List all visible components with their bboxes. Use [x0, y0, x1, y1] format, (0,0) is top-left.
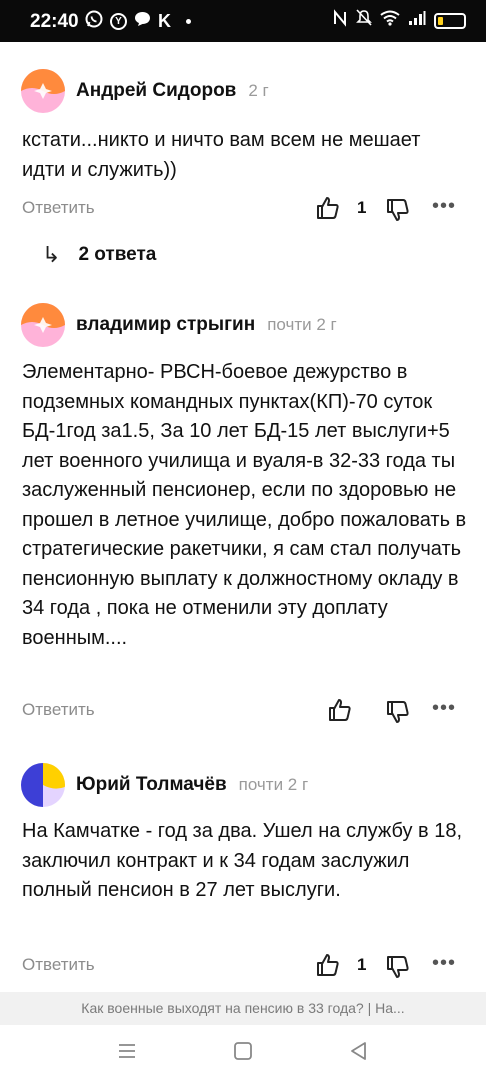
thumbs-down-icon — [387, 956, 409, 978]
comment-age: почти 2 г — [238, 775, 309, 794]
like-button[interactable] — [315, 195, 341, 226]
reply-button[interactable]: Ответить — [22, 198, 95, 218]
comment-header: владимир стрыгин почти 2 г — [21, 303, 337, 347]
comment-actions: Ответить 1 ••• — [22, 952, 462, 982]
menu-icon[interactable] — [116, 1040, 140, 1064]
page-title-bar[interactable]: Как военные выходят на пенсию в 33 года?… — [0, 992, 486, 1025]
battery-level — [438, 16, 444, 25]
comment-age: почти 2 г — [267, 315, 337, 334]
comment-header: Юрий Толмачёв почти 2 г — [21, 763, 308, 807]
dot-icon — [186, 19, 191, 24]
replies-count: 2 ответа — [78, 244, 157, 265]
more-options-icon[interactable]: ••• — [432, 697, 456, 720]
avatar[interactable] — [21, 303, 65, 347]
k-icon: K — [158, 11, 171, 31]
likes-count: 1 — [357, 198, 367, 217]
dislike-button[interactable] — [385, 699, 411, 730]
more-options-icon[interactable]: ••• — [432, 952, 456, 975]
avatar[interactable] — [21, 69, 65, 113]
mute-icon — [356, 9, 372, 32]
comment-text: кстати...никто и ничто вам всем не мешае… — [22, 129, 421, 181]
yandex-icon: Y — [110, 13, 127, 30]
author-name[interactable]: Андрей Сидоров — [76, 80, 236, 102]
dislike-button[interactable] — [385, 197, 411, 228]
system-nav-bar — [0, 1025, 486, 1080]
comment-header: Андрей Сидоров 2 г — [21, 69, 269, 113]
wifi-icon — [380, 10, 400, 31]
like-button[interactable] — [327, 697, 353, 728]
thumbs-down-icon — [387, 701, 409, 723]
thumbs-up-icon — [329, 699, 351, 721]
thumbs-up-icon — [317, 954, 339, 976]
dislike-button[interactable] — [385, 954, 411, 985]
like-button[interactable] — [315, 952, 341, 983]
status-bar: 22:40 Y K — [0, 0, 486, 42]
back-icon[interactable] — [348, 1040, 372, 1064]
likes-count: 1 — [357, 955, 367, 974]
thumbs-down-icon — [387, 199, 409, 221]
more-options-icon[interactable]: ••• — [432, 195, 456, 218]
author-name[interactable]: Юрий Толмачёв — [76, 774, 227, 796]
comment-text: Элементарно- РВСН-боевое дежурство в под… — [22, 361, 467, 649]
reply-button[interactable]: Ответить — [22, 955, 95, 975]
signal-icon — [408, 10, 426, 31]
show-replies-button[interactable]: ↳ 2 ответа — [42, 242, 156, 268]
system-icons — [332, 9, 466, 32]
home-icon[interactable] — [232, 1040, 256, 1064]
notification-icons: Y K — [85, 10, 191, 33]
comment-text: На Камчатке - год за два. Ушел на службу… — [22, 820, 463, 901]
thumbs-up-icon — [317, 197, 339, 219]
reply-arrow-icon: ↳ — [42, 242, 61, 267]
battery-icon — [434, 12, 466, 29]
comment-actions: Ответить 1 ••• — [22, 195, 462, 225]
reply-button[interactable]: Ответить — [22, 700, 95, 720]
nfc-icon — [332, 9, 348, 32]
chat-icon — [134, 11, 151, 32]
comment-age: 2 г — [248, 81, 269, 100]
status-time: 22:40 — [30, 11, 79, 32]
comment-actions: Ответить ••• — [22, 697, 462, 727]
author-name[interactable]: владимир стрыгин — [76, 314, 255, 336]
whatsapp-icon — [85, 10, 103, 33]
avatar[interactable] — [21, 763, 65, 807]
